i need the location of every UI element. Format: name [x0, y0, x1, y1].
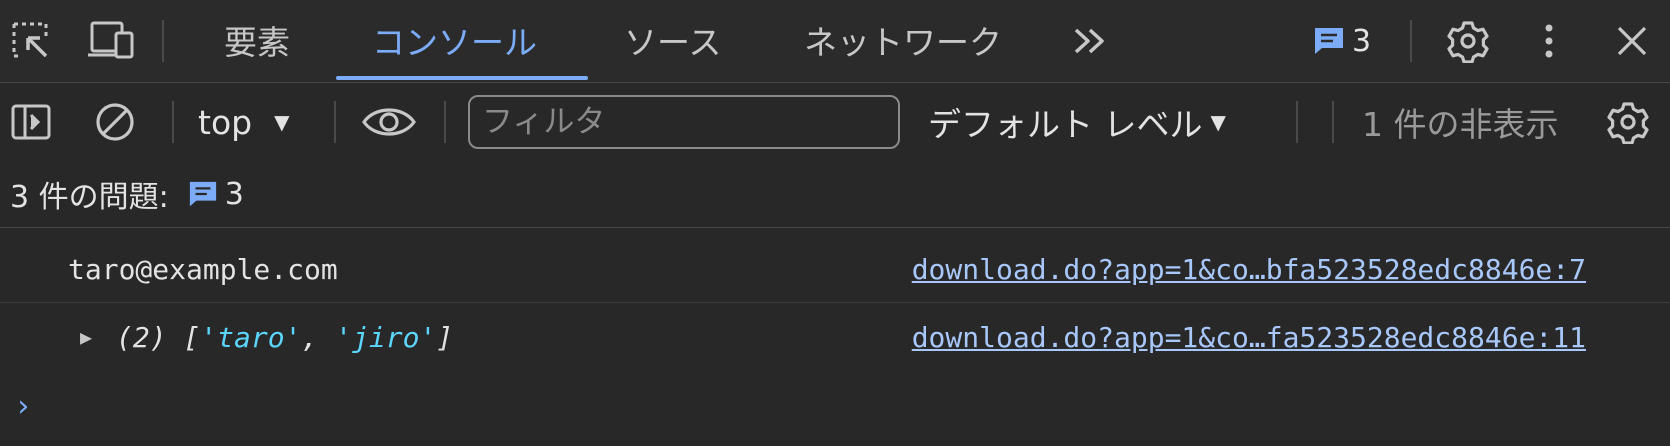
device-toolbar-icon[interactable]	[86, 18, 136, 64]
close-icon[interactable]	[1610, 20, 1654, 62]
issues-summary-badge[interactable]: 3	[187, 177, 244, 212]
issues-summary-row: 3 件の問題: 3	[0, 161, 1670, 228]
console-message-source-link[interactable]: download.do?app=1&co…bfa523528edc8846e:7	[912, 236, 1586, 302]
console-toolbar: top ▼ デフォルト レベル ▼ 1 件の非表示	[0, 83, 1670, 161]
inspect-element-icon[interactable]	[8, 18, 54, 64]
tab-console-label: コンソール	[372, 23, 537, 62]
issues-summary-count: 3	[224, 176, 244, 212]
tab-sources[interactable]: ソース	[624, 0, 721, 80]
console-settings-gear-icon[interactable]	[1604, 99, 1652, 145]
toolbar-divider	[444, 101, 446, 143]
toolbar-divider	[334, 101, 336, 143]
message-icon	[1315, 28, 1343, 54]
array-item: 'taro'	[200, 320, 302, 354]
log-levels-dropdown[interactable]: デフォルト レベル ▼	[928, 83, 1226, 161]
more-options-icon[interactable]	[1534, 20, 1564, 62]
context-selector-value: top	[198, 102, 253, 142]
double-chevron-right-icon[interactable]	[1068, 20, 1112, 62]
console-message: taro@example.com download.do?app=1&co…bf…	[0, 236, 1670, 303]
array-preview[interactable]: (2) ['taro', 'jiro']	[116, 304, 453, 370]
tab-console[interactable]: コンソール	[372, 0, 537, 80]
issues-badge-count: 3	[1352, 23, 1372, 59]
toolbar-divider	[1410, 20, 1412, 62]
issues-badge-button[interactable]: 3	[1312, 22, 1371, 60]
console-message-text: taro@example.com	[68, 252, 338, 286]
sidebar-toggle-icon[interactable]	[8, 99, 54, 145]
hidden-messages-count: 1 件の非表示	[1362, 83, 1559, 161]
settings-gear-icon[interactable]	[1444, 18, 1492, 64]
issues-label: 3 件の問題:	[10, 180, 169, 215]
console-message: ▶ (2) ['taro', 'jiro'] download.do?app=1…	[0, 304, 1670, 370]
tab-network-label: ネットワーク	[804, 23, 1002, 62]
context-selector[interactable]: top ▼	[198, 83, 289, 161]
message-icon	[189, 181, 216, 207]
toolbar-divider	[172, 101, 174, 143]
live-expression-eye-icon[interactable]	[360, 99, 418, 145]
clear-console-icon[interactable]	[92, 99, 138, 145]
prompt-chevron-icon: ›	[14, 388, 33, 424]
expand-triangle-icon[interactable]: ▶	[80, 304, 92, 370]
console-input[interactable]	[46, 386, 1614, 426]
toolbar-divider	[162, 20, 164, 62]
console-prompt[interactable]: ›	[14, 378, 1614, 434]
caret-down-icon: ▼	[1210, 110, 1226, 134]
tab-network[interactable]: ネットワーク	[804, 0, 1002, 80]
toolbar-divider	[1332, 101, 1334, 143]
devtools-window: 要素 コンソール ソース ネットワーク 3 top ▼ フィルタ デフォルト レ…	[0, 0, 1670, 446]
toolbar-divider	[1296, 101, 1298, 143]
tab-sources-label: ソース	[624, 23, 722, 62]
active-tab-indicator	[336, 76, 588, 80]
caret-down-icon: ▼	[274, 110, 290, 134]
tab-elements-label: 要素	[224, 23, 290, 62]
devtools-tabbar: 要素 コンソール ソース ネットワーク 3	[0, 0, 1670, 83]
array-count: (2)	[116, 320, 167, 354]
log-levels-label: デフォルト レベル	[928, 105, 1203, 144]
filter-input[interactable]	[468, 95, 900, 149]
array-item: 'jiro'	[335, 320, 437, 354]
console-message-source-link[interactable]: download.do?app=1&co…fa523528edc8846e:11	[912, 304, 1586, 370]
tab-elements[interactable]: 要素	[224, 0, 290, 80]
hidden-count-label: 1 件の非表示	[1362, 105, 1559, 144]
